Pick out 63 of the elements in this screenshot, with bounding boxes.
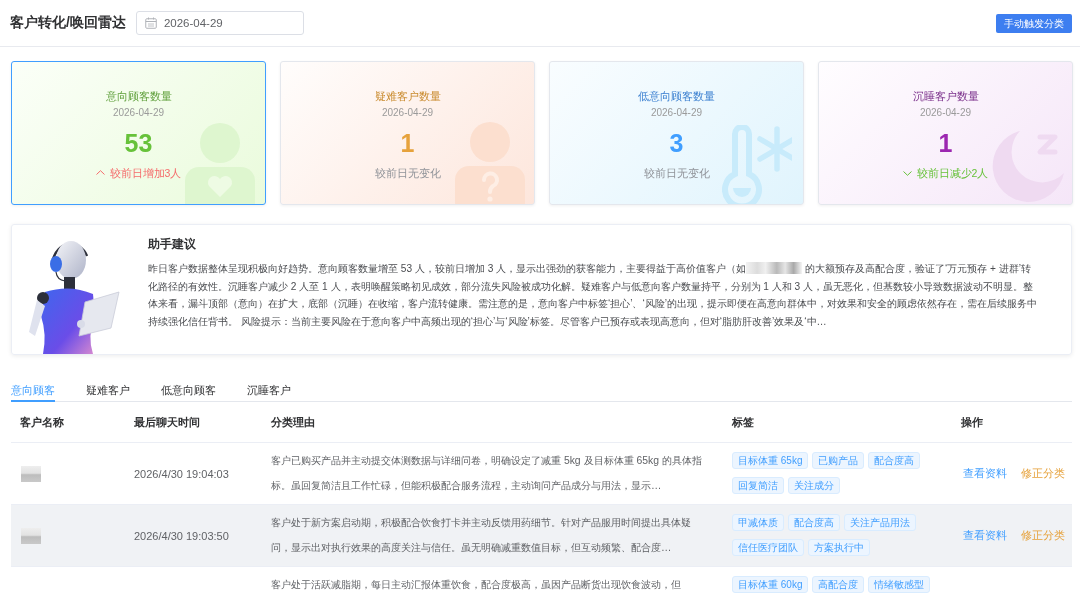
stat-card[interactable]: 疑难客户数量 2026-04-29 1 较前日无变化 bbox=[280, 61, 535, 205]
manual-classify-button[interactable]: 手动触发分类 bbox=[996, 13, 1072, 33]
classification-reason: 客户处于新方案启动期，积极配合饮食打卡并主动反馈用药细节。针对产品服用时间提出具体疑问，显示出对执行效果的高度关注与信任。虽无明确减重数值目标，但互动频繁、配合度… bbox=[271, 516, 692, 555]
category-tab[interactable]: 疑难客户 bbox=[86, 380, 130, 402]
card-date: 2026-04-29 bbox=[112, 105, 165, 119]
column-header: 标签 bbox=[731, 414, 755, 430]
category-tab[interactable]: 低意向顾客 bbox=[161, 380, 216, 402]
change-text: 较前日增加3人 bbox=[109, 165, 182, 180]
customer-tag: 关注成分 bbox=[788, 477, 840, 494]
date-picker-field[interactable]: 2026-04-29 bbox=[135, 11, 304, 35]
stat-card[interactable]: 低意向顾客数量 2026-04-29 3 较前日无变化 bbox=[549, 61, 804, 205]
customer-tag: 高配合度 bbox=[812, 576, 865, 593]
column-header: 客户名称 bbox=[19, 414, 65, 430]
person-question-icon bbox=[455, 122, 525, 204]
change-text: 较前日无变化 bbox=[374, 166, 441, 180]
page-title: 客户转化/唤回雷达 bbox=[10, 14, 126, 32]
customer-tag: 方案执行中 bbox=[808, 539, 870, 556]
last-chat-time: 2026/4/30 19:04:03 bbox=[134, 467, 229, 480]
chevron-up-icon bbox=[95, 170, 105, 175]
customer-tag: 情绪敏感型 bbox=[868, 576, 931, 593]
card-title: 低意向顾客数量 bbox=[638, 89, 715, 103]
customer-tag: 回复简洁 bbox=[732, 477, 784, 494]
customer-tag: 配合度高 bbox=[868, 452, 921, 469]
card-title: 疑难客户数量 bbox=[374, 89, 441, 103]
customer-tag: 关注产品用法 bbox=[844, 514, 916, 531]
action-link[interactable]: 修正分类 bbox=[1021, 466, 1065, 481]
change-text: 较前日无变化 bbox=[643, 166, 710, 180]
calendar-icon bbox=[144, 17, 157, 29]
chevron-down-icon bbox=[902, 170, 912, 176]
action-link[interactable]: 查看资料 bbox=[963, 466, 1007, 481]
change-text: 较前日减少2人 bbox=[916, 166, 989, 180]
action-link[interactable]: 查看资料 bbox=[963, 528, 1007, 543]
last-chat-time: 2026/4/30 19:03:50 bbox=[134, 529, 229, 542]
column-header: 最后聊天时间 bbox=[133, 414, 201, 430]
card-count: 53 bbox=[124, 127, 153, 158]
stat-card[interactable]: 意向顾客数量 2026-04-29 53 较前日增加3人 bbox=[11, 61, 266, 205]
customer-tag: 信任医疗团队 bbox=[732, 539, 804, 556]
card-date: 2026-04-29 bbox=[919, 106, 972, 119]
person-heart-icon bbox=[185, 123, 255, 204]
card-date: 2026-04-29 bbox=[381, 106, 434, 119]
classification-reason: 客户已购买产品并主动提交体测数据与详细问卷，明确设定了减重 5kg 及目标体重 65kg 的具体指标。虽回复简洁且工作忙碌，但能积极配合服务流程，主动询问产品成分与用法，显示… bbox=[271, 454, 703, 493]
customer-tag: 配合度高 bbox=[788, 514, 840, 531]
moon-sleep-icon bbox=[990, 129, 1066, 204]
action-link[interactable]: 修正分类 bbox=[1021, 528, 1065, 543]
customer-tag: 目标体重 60kg bbox=[732, 576, 809, 593]
thermometer-snowflake-icon bbox=[722, 125, 792, 204]
card-count: 3 bbox=[669, 128, 684, 158]
card-count: 1 bbox=[400, 128, 415, 158]
classification-reason: 客户处于活跃减脂期，每日主动汇报体重饮食，配合度极高，虽因产品断货出现饮食波动，但 bbox=[271, 578, 681, 592]
assistant-summary: 昨日客户数据整体呈现积极向好趋势。意向顾客数量增至 53 人，较前日增加 3 人，显示出强劲的获客能力，主要得益于高价值客户（如 的大额预存及高配合度，验证了‘万元预存 + 进群’转化路径的有效性。沉睡客户减少 2 人至 1 人，表明唤醒策略初见成效，部分流失风险被成功化解。疑难客户与低意向客户数量持平，分别为 1 人和 3 人，虽无恶化，但基数较小导致数据波动不明显。整体来看，漏斗顶部（意向）在扩大，底部（沉睡）在收缩，客户流转健康。需注意的是，意向客户中标签‘担心’、‘风险’的出现，提示即便在高意向群体中，对效果和安全的顾虑依然存在，需在后续服务中持续强化信任背书。 风险提示：当前主要风险在于意向客户中高频出现的‘担心’与‘风险’标签。尽管客户已预存或表现高意向，但对‘脂肪肝改善’效果及‘中… bbox=[148, 261, 1038, 329]
customer-tag: 目标体重 65kg bbox=[732, 452, 809, 469]
category-tab[interactable]: 意向顾客 bbox=[11, 380, 55, 402]
card-title: 沉睡客户数量 bbox=[912, 89, 979, 103]
card-title: 意向顾客数量 bbox=[105, 88, 172, 103]
category-tab[interactable]: 沉睡客户 bbox=[247, 380, 291, 402]
card-date: 2026-04-29 bbox=[650, 106, 703, 119]
card-count: 1 bbox=[938, 128, 953, 158]
column-header: 分类理由 bbox=[270, 414, 316, 430]
column-header: 操作 bbox=[960, 414, 984, 430]
stat-card[interactable]: 沉睡客户数量 2026-04-29 1 较前日减少2人 bbox=[818, 61, 1073, 205]
assistant-title: 助手建议 bbox=[148, 236, 197, 252]
customer-tag: 甲减体质 bbox=[732, 514, 784, 531]
customer-tag: 已购产品 bbox=[812, 452, 865, 469]
